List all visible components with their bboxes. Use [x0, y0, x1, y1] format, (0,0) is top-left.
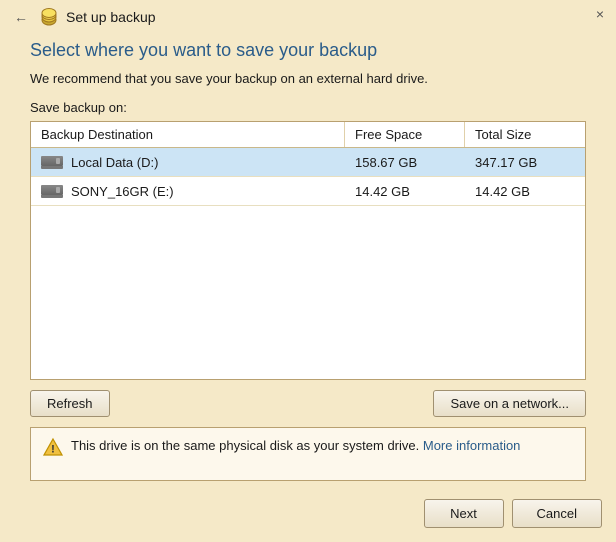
row2-name: SONY_16GR (E:): [31, 177, 345, 205]
table-body: Local Data (D:) 158.67 GB 347.17 GB SONY…: [31, 148, 585, 206]
row2-freespace: 14.42 GB: [345, 177, 465, 205]
row1-freespace: 158.67 GB: [345, 148, 465, 176]
drive-icon-1: [41, 154, 65, 170]
page-heading: Select where you want to save your backu…: [30, 40, 586, 61]
row1-totalsize: 347.17 GB: [465, 148, 585, 176]
table-row[interactable]: Local Data (D:) 158.67 GB 347.17 GB: [31, 148, 585, 177]
more-information-link[interactable]: More information: [423, 438, 521, 453]
warning-box: ! This drive is on the same physical dis…: [30, 427, 586, 481]
svg-text:!: !: [51, 444, 55, 456]
col-header-freespace: Free Space: [345, 122, 465, 147]
table-row[interactable]: SONY_16GR (E:) 14.42 GB 14.42 GB: [31, 177, 585, 206]
footer: Next Cancel: [0, 491, 616, 542]
warning-text: This drive is on the same physical disk …: [71, 436, 520, 456]
title-bar-left: ← Set up backup: [10, 6, 156, 28]
title-bar: ← Set up backup ×: [0, 0, 616, 32]
table-header: Backup Destination Free Space Total Size: [31, 122, 585, 148]
close-button[interactable]: ×: [590, 4, 610, 24]
page-subtext: We recommend that you save your backup o…: [30, 71, 586, 86]
row2-totalsize: 14.42 GB: [465, 177, 585, 205]
back-button[interactable]: ←: [10, 7, 32, 27]
setup-backup-window: ← Set up backup × Select where you want …: [0, 0, 616, 542]
save-network-button[interactable]: Save on a network...: [433, 390, 586, 417]
save-backup-label: Save backup on:: [30, 100, 586, 115]
warning-icon: !: [43, 437, 63, 457]
backup-destination-table: Backup Destination Free Space Total Size…: [30, 121, 586, 380]
cancel-button[interactable]: Cancel: [512, 499, 602, 528]
row1-name: Local Data (D:): [31, 148, 345, 176]
action-buttons-row: Refresh Save on a network...: [30, 390, 586, 417]
col-header-destination: Backup Destination: [31, 122, 345, 147]
next-button[interactable]: Next: [424, 499, 504, 528]
main-content: Select where you want to save your backu…: [0, 32, 616, 491]
refresh-button[interactable]: Refresh: [30, 390, 110, 417]
backup-icon: [38, 6, 60, 28]
drive-icon-2: [41, 183, 65, 199]
window-title: Set up backup: [66, 9, 156, 25]
col-header-totalsize: Total Size: [465, 122, 585, 147]
